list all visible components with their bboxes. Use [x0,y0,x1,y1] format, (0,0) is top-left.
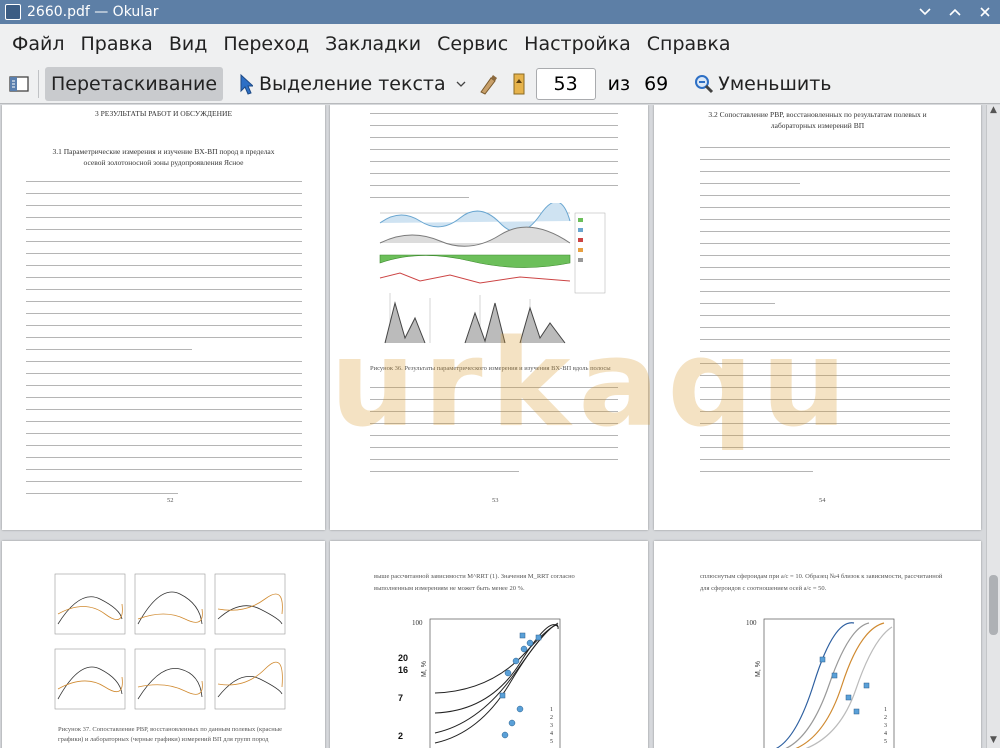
page-57-top-text: сплюснутым сфероидам при a/c = 10. Образ… [700,573,943,592]
menu-file[interactable]: Файл [4,33,73,55]
menu-view[interactable]: Вид [161,33,216,55]
vertical-scrollbar[interactable]: ▲ ▼ [986,105,1000,748]
page-57-chart: 100 M, % 1 2 3 4 5 [746,618,895,748]
maximize-icon[interactable] [940,0,970,24]
page-52-number: 52 [167,497,174,504]
menu-edit[interactable]: Правка [73,33,161,55]
page-57-legend-4: 4 [884,731,887,737]
page-53: Рисунок 36. Результаты параметрического … [330,105,648,530]
page-number-input[interactable]: 53 [535,67,596,100]
minimize-icon[interactable] [910,0,940,24]
page-56-chart: 100 M, % 20 16 7 2 1 2 3 4 5 [398,618,561,748]
page-56-legend-1: 1 [550,707,553,713]
page-of-label: из [607,72,631,95]
title-bar: 2660.pdf — Okular [0,0,1000,24]
menu-bookmarks[interactable]: Закладки [317,33,429,55]
page-54-number: 54 [819,497,826,504]
page-54-body-text [700,147,950,483]
page-number-value: 53 [553,72,578,95]
main-toolbar: Перетаскивание Выделение текста 53 из 69… [0,64,1000,104]
page-57-legend-5: 5 [884,739,887,745]
menu-help[interactable]: Справка [639,33,739,55]
scrollbar-thumb[interactable] [989,575,998,635]
page-53-top-text [370,113,618,209]
browse-tool-button[interactable]: Перетаскивание [45,66,224,101]
page-56-axis-label: M, % [421,661,428,677]
page-53-figure [370,203,610,353]
page-54-heading: 3.2 Сопоставление РВР, восстановленных п… [708,110,927,130]
page-57-legend-3: 3 [884,723,887,729]
text-selection-tool-button[interactable]: Выделение текста [233,67,452,101]
browse-tool-label: Перетаскивание [51,72,218,95]
page-55-caption: Рисунок 37. Сопоставление РВР, восстанов… [58,726,282,748]
close-icon[interactable] [970,0,1000,24]
page-57-legend-2: 2 [884,715,887,721]
previous-page-icon[interactable] [508,72,530,96]
page-56-curve-label-20: 20 [398,653,408,663]
page-52-subheading: 3.1 Параметрические измерения и изучение… [52,147,275,167]
page-56-legend-5: 5 [550,739,553,745]
page-56-curve-label-2: 2 [398,731,403,741]
page-53-number: 53 [492,497,499,504]
page-56: выше рассчитанной зависимости M^RRT (1).… [330,541,648,748]
page-57: сплюснутым сфероидам при a/c = 10. Образ… [654,541,981,748]
page-52: 3 РЕЗУЛЬТАТЫ РАБОТ И ОБСУЖДЕНИЕ 3.1 Пара… [2,105,325,530]
sidebar-toggle-icon[interactable] [6,71,32,97]
okular-window: 2660.pdf — Okular Файл Правка Вид Перехо… [0,0,1000,748]
total-pages-label: 69 [644,72,669,95]
page-57-legend-1: 1 [884,707,887,713]
menu-bar: Файл Правка Вид Переход Закладки Сервис … [0,24,1000,64]
page-56-y-tick: 100 [412,619,423,627]
page-57-y-tick: 100 [746,619,757,627]
page-55-figure [54,573,286,710]
tool-dropdown-chevron-icon[interactable] [452,81,470,87]
document-viewport[interactable]: 3 РЕЗУЛЬТАТЫ РАБОТ И ОБСУЖДЕНИЕ 3.1 Пара… [0,105,1000,748]
text-selection-tool-label: Выделение текста [259,72,446,95]
page-56-curve-label-16: 16 [398,665,408,675]
cursor-icon [239,73,254,95]
page-56-legend-4: 4 [550,731,553,737]
menu-settings[interactable]: Настройка [516,33,639,55]
zoom-out-label: Уменьшить [718,72,832,95]
menu-go[interactable]: Переход [215,33,317,55]
page-53-caption: Рисунок 36. Результаты параметрического … [370,365,611,372]
zoom-out-button[interactable]: Уменьшить [688,67,837,101]
okular-app-icon [5,4,21,20]
menu-tools[interactable]: Сервис [429,33,516,55]
annotation-pen-icon[interactable] [474,72,504,96]
page-56-legend-2: 2 [550,715,553,721]
page-52-body-text [26,181,302,505]
page-57-axis-label: M, % [755,661,762,677]
page-52-heading: 3 РЕЗУЛЬТАТЫ РАБОТ И ОБСУЖДЕНИЕ [94,109,233,118]
page-55: Рисунок 37. Сопоставление РВР, восстанов… [2,541,325,748]
page-54: 3.2 Сопоставление РВР, восстановленных п… [654,105,981,530]
zoom-out-icon [694,74,714,94]
scroll-up-arrow-icon[interactable]: ▲ [987,105,1000,118]
window-title: 2660.pdf — Okular [27,4,159,20]
scroll-down-arrow-icon[interactable]: ▼ [987,735,1000,748]
page-56-top-text: выше рассчитанной зависимости M^RRT (1).… [374,573,575,592]
page-56-legend-3: 3 [550,723,553,729]
page-53-caption-text [370,387,618,483]
toolbar-separator [38,69,39,98]
page-56-curve-label-7: 7 [398,693,403,703]
